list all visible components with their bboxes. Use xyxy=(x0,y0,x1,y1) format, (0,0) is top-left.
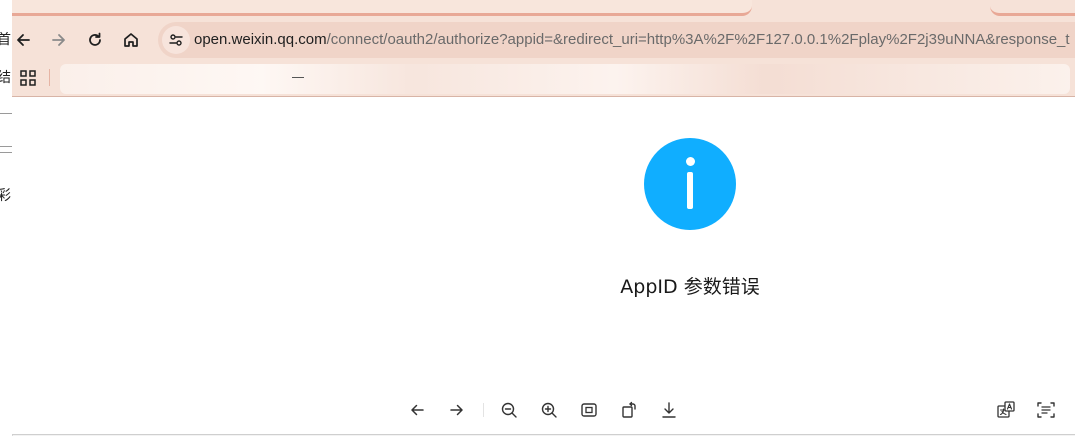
background-window-text-3: 彩 xyxy=(0,185,11,205)
reload-button[interactable] xyxy=(80,25,110,55)
site-info-button[interactable] xyxy=(162,26,190,54)
zoom-in-button[interactable] xyxy=(536,397,562,423)
text-extract-icon xyxy=(1037,402,1055,418)
apps-button[interactable] xyxy=(18,68,38,88)
error-message: AppID 参数错误 xyxy=(620,276,760,298)
apps-grid-icon xyxy=(20,70,36,86)
background-window-text-2: 结 xyxy=(0,67,11,87)
address-bar[interactable]: open.weixin.qq.com/connect/oauth2/author… xyxy=(158,22,1075,58)
arrow-left-icon xyxy=(17,34,30,46)
tab-active[interactable] xyxy=(12,0,752,16)
home-button[interactable] xyxy=(116,25,146,55)
zoom-out-button[interactable] xyxy=(496,397,522,423)
toolbar-separator xyxy=(483,403,484,417)
info-icon-dot xyxy=(686,157,695,166)
back-button[interactable] xyxy=(8,25,38,55)
bookmarks-bar xyxy=(12,60,1075,97)
url-host: open.weixin.qq.com xyxy=(194,31,327,48)
reload-icon xyxy=(89,32,101,46)
rotate-button[interactable] xyxy=(616,397,642,423)
tab-other[interactable] xyxy=(990,0,1075,16)
navigation-toolbar: open.weixin.qq.com/connect/oauth2/author… xyxy=(12,20,1075,60)
translate-button[interactable] xyxy=(993,397,1019,423)
browser-window: open.weixin.qq.com/connect/oauth2/author… xyxy=(12,0,1075,435)
download-icon xyxy=(662,402,676,418)
zoom-out-icon xyxy=(501,402,517,418)
home-icon xyxy=(124,33,138,47)
redacted-bookmarks xyxy=(60,64,1070,94)
bookmark-fragment xyxy=(292,77,304,78)
arrow-right-icon xyxy=(52,34,65,46)
translate-icon xyxy=(997,401,1015,418)
divider xyxy=(0,146,12,147)
bookmarks-separator xyxy=(49,69,50,86)
arrow-left-icon xyxy=(411,404,424,416)
zoom-in-icon xyxy=(541,402,557,418)
info-icon xyxy=(644,138,736,230)
info-icon-bar xyxy=(687,172,693,209)
url-path: /connect/oauth2/authorize?appid=&redirec… xyxy=(326,31,1070,48)
previous-button[interactable] xyxy=(404,397,430,423)
arrow-right-icon xyxy=(450,404,463,416)
fit-screen-icon xyxy=(581,403,597,417)
download-button[interactable] xyxy=(656,397,682,423)
page-content: AppID 参数错误 xyxy=(12,97,1075,434)
divider xyxy=(0,113,12,114)
tune-icon xyxy=(169,34,183,46)
divider xyxy=(0,152,12,153)
next-button[interactable] xyxy=(444,397,470,423)
url-text[interactable]: open.weixin.qq.com/connect/oauth2/author… xyxy=(194,31,1074,48)
rotate-icon xyxy=(622,401,636,418)
text-extract-button[interactable] xyxy=(1033,397,1059,423)
tab-strip xyxy=(12,0,1075,20)
fit-screen-button[interactable] xyxy=(576,397,602,423)
forward-button[interactable] xyxy=(44,25,74,55)
